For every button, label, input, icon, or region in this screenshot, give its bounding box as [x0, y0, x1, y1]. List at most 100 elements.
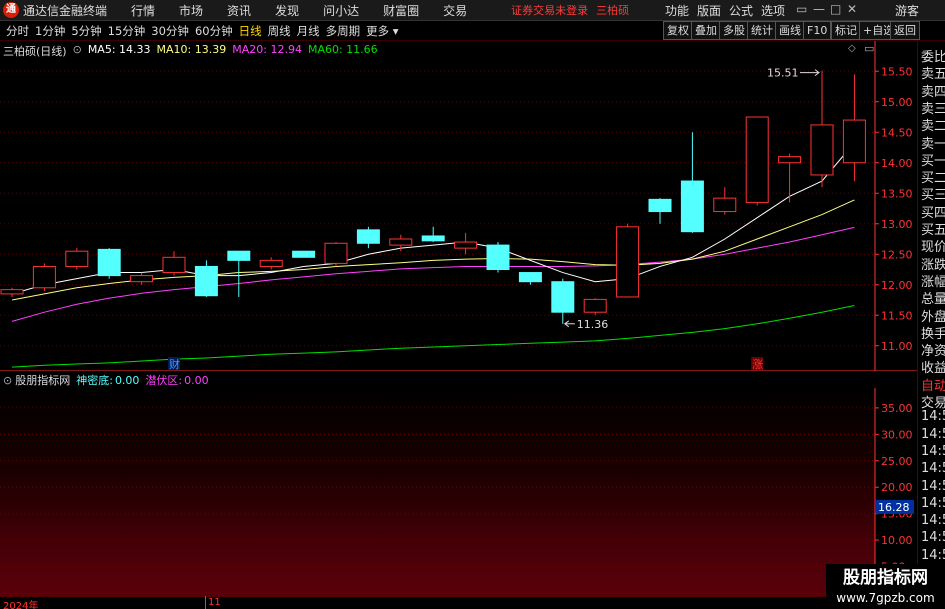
candle-body-up — [778, 156, 802, 164]
tab-15min[interactable]: 15分钟 — [108, 23, 146, 39]
menu-ask[interactable]: 问小达 — [323, 2, 359, 19]
tab-weekly[interactable]: 周线 — [268, 23, 291, 39]
side-panel-label: 换手 — [921, 326, 945, 342]
login-status[interactable]: 证券交易未登录 — [511, 2, 588, 18]
side-panel-label: 外盘 — [921, 309, 945, 325]
legend-toggle-icon[interactable]: ⊙ — [73, 43, 82, 57]
side-panel-label: 总量 — [921, 292, 945, 308]
candle — [292, 250, 316, 258]
guest-button[interactable]: 游客 — [895, 2, 919, 19]
f10-button[interactable]: F10 — [803, 21, 832, 40]
candle-body-up — [842, 119, 866, 164]
candle-body-up — [259, 259, 283, 267]
candle-body-up — [0, 289, 24, 295]
mark-button[interactable]: 标记 — [831, 21, 861, 40]
minimize-icon[interactable]: — — [813, 2, 825, 16]
legend-ma20: MA20: 12.94 — [232, 43, 302, 56]
menu-quotes[interactable]: 行情 — [131, 2, 155, 19]
tab-multi-period[interactable]: 多周期 — [326, 23, 361, 39]
side-panel-label: 卖五 — [921, 67, 945, 83]
side-panel-label: 收益 — [921, 361, 945, 377]
price-tick-label: 13.00 — [881, 218, 913, 231]
candle-body-up — [713, 197, 737, 213]
tab-30min[interactable]: 30分钟 — [151, 23, 189, 39]
tab-more[interactable]: 更多 ▾ — [366, 23, 398, 39]
tab-60min[interactable]: 60分钟 — [195, 23, 233, 39]
tab-monthly[interactable]: 月线 — [297, 23, 320, 39]
indicator-tick-label: 20.00 — [881, 481, 913, 494]
candle — [194, 260, 218, 297]
price-tick-label: 14.00 — [881, 157, 913, 170]
close-icon[interactable]: ✕ — [847, 2, 857, 16]
adjust-button[interactable]: 复权 — [663, 21, 693, 40]
maximize-icon[interactable]: □ — [830, 2, 841, 16]
back-button[interactable]: 返回 — [890, 21, 920, 40]
price-tick-label: 11.00 — [881, 340, 913, 353]
watermark-url-text: www.7gpzb.com — [836, 591, 935, 605]
candle — [616, 223, 640, 298]
candle — [97, 248, 121, 279]
indicator-tick-label: 30.00 — [881, 428, 913, 441]
restore-icon[interactable]: ▭ — [796, 2, 807, 16]
draw-line-button[interactable]: 画线 — [775, 21, 805, 40]
tab-timeshare[interactable]: 分时 — [6, 23, 29, 39]
candle — [680, 132, 704, 233]
candle-body-up — [162, 256, 186, 274]
side-panel-label: 卖三 — [921, 101, 945, 117]
candle — [648, 198, 672, 224]
candle-body-down — [518, 272, 542, 283]
candle-body-up — [324, 242, 348, 264]
indicator-grid — [0, 407, 875, 568]
menu-discover[interactable]: 发现 — [275, 2, 299, 19]
indicator-field2-label: 潜伏区: — [145, 374, 183, 387]
ma60-line — [11, 305, 855, 368]
candle — [745, 116, 769, 206]
menu-wealth[interactable]: 财富圈 — [383, 2, 419, 19]
candle-body-up — [583, 298, 607, 313]
menu-trade[interactable]: 交易 — [443, 2, 467, 19]
side-panel-label: 涨跌 — [921, 257, 945, 273]
price-tick-label: 11.50 — [881, 309, 913, 322]
low-price-label: 11.36 — [577, 318, 609, 331]
side-panel-label: 净资 — [921, 344, 945, 360]
candle — [551, 278, 575, 324]
menu-market[interactable]: 市场 — [179, 2, 203, 19]
candle — [389, 234, 413, 252]
candles — [0, 70, 866, 324]
panel-box-icon[interactable]: ▭ — [864, 42, 874, 55]
overlay-button[interactable]: 叠加 — [691, 21, 721, 40]
candle-body-down — [97, 248, 121, 277]
indicator-name[interactable]: 股朋指标网 — [15, 372, 70, 388]
main-grid — [0, 70, 875, 347]
price-tick-label: 12.00 — [881, 279, 913, 292]
candle — [518, 272, 542, 285]
candlestick-chart[interactable]: 15.50 15.00 14.50 14.00 13.50 13.00 12.50 12.00… — [0, 41, 945, 371]
menu-layout[interactable]: 版面 — [697, 2, 721, 19]
menu-function[interactable]: 功能 — [665, 2, 689, 19]
menu-formula[interactable]: 公式 — [729, 2, 753, 19]
timeline-month-tick — [205, 596, 206, 609]
side-panel-label: 买一 — [921, 153, 945, 169]
tab-1min[interactable]: 1分钟 — [35, 23, 65, 39]
candle — [486, 242, 510, 273]
event-marker-label: 财 — [169, 357, 180, 371]
current-value-label: 16.28 — [878, 501, 910, 514]
candle — [259, 257, 283, 270]
candle-body-down — [227, 250, 251, 261]
side-panel-label: 卖二 — [921, 119, 945, 135]
stock-label: 三柏硕(日线) — [3, 45, 67, 58]
menu-news[interactable]: 资讯 — [227, 2, 251, 19]
indicator-tick-label: 35.00 — [881, 402, 913, 415]
candle-body-up — [389, 238, 413, 246]
stats-button[interactable]: 统计 — [747, 21, 777, 40]
menu-options[interactable]: 选项 — [761, 2, 785, 19]
indicator-toggle-icon[interactable]: ⊙ — [3, 374, 12, 387]
tab-5min[interactable]: 5分钟 — [71, 23, 101, 39]
tab-daily[interactable]: 日线 — [239, 23, 262, 39]
watermark-main-text: 股朋指标网 — [843, 568, 928, 588]
indicator-field1-label: 神密底: — [76, 374, 113, 387]
multi-stock-button[interactable]: 多股 — [719, 21, 749, 40]
diamond-icon[interactable]: ◇ — [848, 43, 856, 54]
price-tick-label: 15.00 — [881, 96, 913, 109]
candle — [778, 153, 802, 203]
